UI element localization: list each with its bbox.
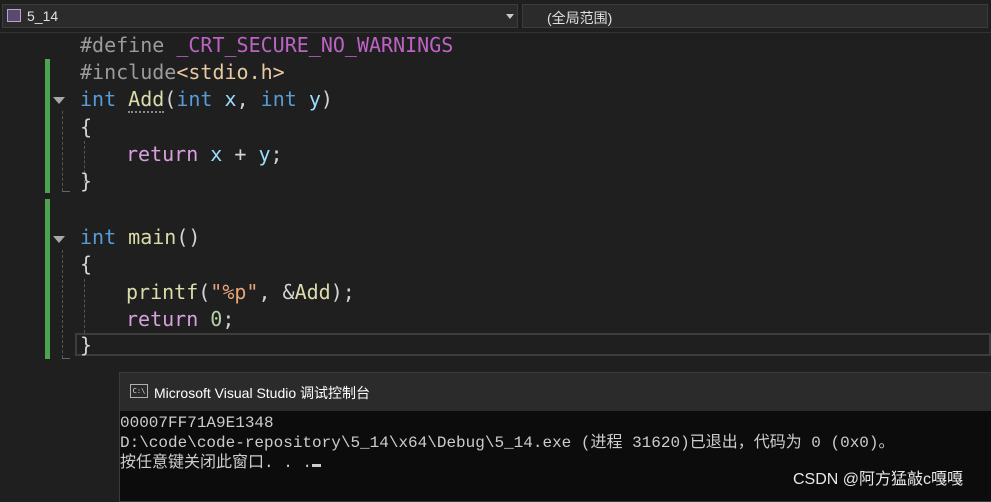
console-icon: C:\ [130, 384, 148, 398]
code-line-11: return 0; [126, 307, 235, 331]
console-output-prompt: 按任意键关闭此窗口. . . [120, 453, 322, 473]
console-title: Microsoft Visual Studio 调试控制台 [154, 385, 371, 401]
fold-toggle-icon[interactable] [53, 236, 65, 243]
scope-dropdown[interactable]: (全局范围) [522, 4, 988, 28]
project-icon [7, 9, 21, 22]
code-line-3: int Add(int x, int y) [80, 87, 333, 113]
code-line-5: return x + y; [126, 142, 283, 166]
fold-guide [62, 111, 63, 191]
fold-guide-end [62, 358, 70, 359]
indent-guide [84, 279, 85, 333]
console-output-exit: D:\code\code-repository\5_14\x64\Debug\5… [120, 434, 895, 452]
fold-guide-end [62, 191, 70, 192]
text-cursor [312, 464, 322, 467]
project-dropdown[interactable]: 5_14 [2, 4, 518, 28]
change-indicator [45, 59, 50, 193]
function-add-name: Add [128, 87, 165, 113]
code-line-9: { [80, 252, 93, 276]
current-line-highlight [75, 333, 991, 356]
code-line-2: #include<stdio.h> [80, 60, 285, 84]
scope-name: (全局范围) [547, 10, 613, 26]
navigation-bar: 5_14 (全局范围) [0, 0, 991, 33]
change-indicator [45, 199, 50, 359]
fold-toggle-icon[interactable] [53, 97, 65, 104]
watermark: CSDN @阿方猛敲c嘎嘎 [793, 471, 964, 488]
chevron-down-icon[interactable] [506, 14, 514, 19]
code-line-12: } [80, 333, 93, 357]
console-title-bar[interactable]: C:\ Microsoft Visual Studio 调试控制台 [120, 373, 991, 411]
code-line-4: { [80, 115, 93, 139]
code-line-1: #define _CRT_SECURE_NO_WARNINGS [80, 33, 454, 57]
console-output-address: 00007FF71A9E1348 [120, 414, 274, 432]
code-line-6: } [80, 169, 93, 193]
fold-guide [62, 250, 63, 358]
project-name: 5_14 [27, 8, 59, 24]
code-line-8: int main() [80, 225, 201, 249]
code-line-10: printf("%p", &Add); [126, 280, 355, 304]
